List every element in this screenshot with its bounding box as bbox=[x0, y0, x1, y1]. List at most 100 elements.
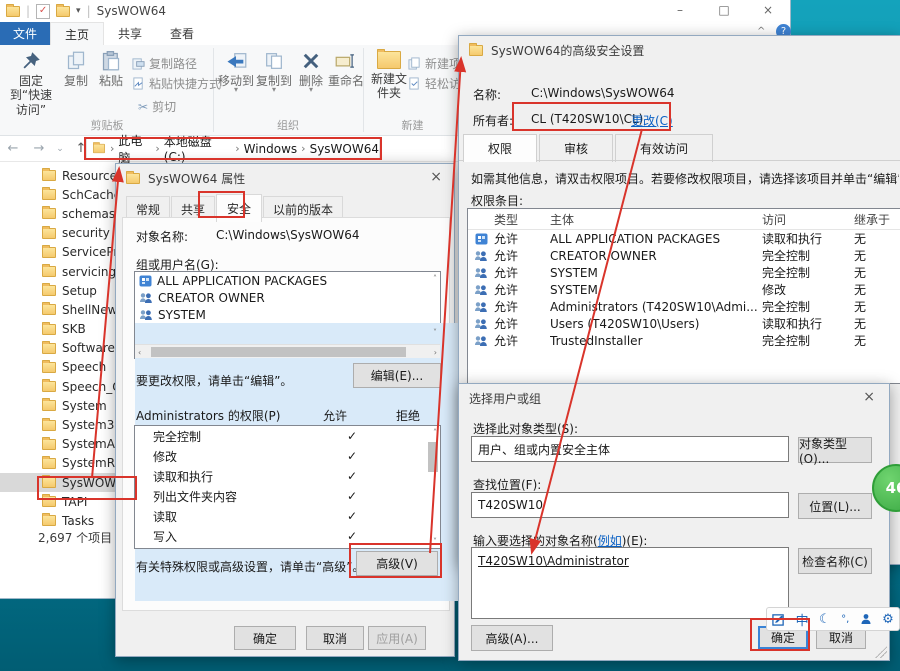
delete-button[interactable]: 删除▾ bbox=[294, 49, 328, 92]
new-folder-button[interactable]: 新建文件夹 bbox=[368, 49, 410, 101]
table-row[interactable]: 允许SYSTEM完全控制无 bbox=[468, 264, 900, 281]
list-item[interactable]: ALL APPLICATION PACKAGES bbox=[135, 272, 440, 289]
sidebar-folder[interactable]: ServiceProfi bbox=[0, 243, 133, 262]
scroll-right-icon[interactable]: › bbox=[434, 348, 437, 357]
sidebar-folder[interactable]: System32 bbox=[0, 415, 133, 434]
list-item[interactable]: SYSTEM bbox=[135, 306, 440, 323]
breadcrumb-local-disk[interactable]: 本地磁盘 (C:) bbox=[164, 133, 231, 164]
group-user-list[interactable]: ALL APPLICATION PACKAGES CREATOR OWNER S… bbox=[134, 271, 441, 359]
copy-button[interactable]: 复制 bbox=[60, 49, 92, 88]
rename-button[interactable]: 重命名 bbox=[326, 49, 366, 88]
sidebar-folder[interactable]: Speech_One bbox=[0, 377, 133, 396]
ime-settings-gear-icon[interactable]: ⚙ bbox=[882, 612, 894, 627]
ime-halfwidth-icon[interactable]: ☾ bbox=[819, 612, 831, 627]
move-to-button[interactable]: 移动到▾ bbox=[218, 49, 254, 92]
sidebar-folder[interactable]: Speech bbox=[0, 358, 133, 377]
close-icon[interactable]: × bbox=[430, 169, 442, 185]
ok-button[interactable]: 确定 bbox=[234, 626, 296, 650]
edit-button[interactable]: 编辑(E)... bbox=[353, 363, 441, 388]
breadcrumb[interactable]: › 此电脑 › 本地磁盘 (C:) › Windows › SysWOW64 bbox=[86, 138, 380, 159]
dialog-titlebar: SysWOW64 属性 bbox=[116, 164, 454, 191]
tab-view[interactable]: 查看 bbox=[156, 22, 208, 45]
close-icon[interactable]: × bbox=[863, 389, 875, 405]
scrollbar-thumb[interactable] bbox=[151, 347, 406, 357]
maximize-button[interactable]: □ bbox=[702, 0, 746, 22]
scrollbar-thumb[interactable] bbox=[428, 442, 438, 472]
sidebar-folder[interactable]: SKB bbox=[0, 320, 133, 339]
check-names-button[interactable]: 检查名称(C) bbox=[798, 548, 872, 574]
breadcrumb-windows[interactable]: Windows bbox=[244, 142, 298, 156]
ime-punctuation-icon[interactable]: °, bbox=[841, 614, 849, 625]
sidebar-folder[interactable]: Resources bbox=[0, 166, 133, 185]
table-row[interactable]: 允许SYSTEM修改无 bbox=[468, 281, 900, 298]
dropdown-caret: ▾ bbox=[294, 88, 328, 92]
pin-icon bbox=[21, 51, 41, 71]
breadcrumb-this-pc[interactable]: 此电脑 bbox=[118, 132, 151, 166]
forward-icon[interactable]: → bbox=[26, 141, 52, 156]
locations-button[interactable]: 位置(L)... bbox=[798, 493, 872, 519]
scroll-left-icon[interactable]: ‹ bbox=[138, 348, 141, 357]
resize-grip[interactable] bbox=[875, 646, 887, 658]
back-icon[interactable]: ← bbox=[0, 141, 26, 156]
tab-effective-access[interactable]: 有效访问 bbox=[615, 134, 713, 162]
sidebar-folder[interactable]: SchCache bbox=[0, 185, 133, 204]
quickaccess-dropdown-icon[interactable]: ▾ bbox=[76, 6, 81, 16]
ime-pen-icon[interactable] bbox=[772, 613, 785, 626]
paste-shortcut-button[interactable]: 粘贴快捷方式 bbox=[132, 75, 221, 92]
pin-quick-access-button[interactable]: 固定到“快速访问” bbox=[4, 49, 58, 117]
scroll-down-icon[interactable]: ˅ bbox=[433, 537, 437, 546]
ime-toolbar[interactable]: 中 ☾ °, ⚙ bbox=[766, 607, 900, 631]
properties-quickaccess-icon[interactable]: ✓ bbox=[36, 4, 50, 19]
copy-to-button[interactable]: 复制到▾ bbox=[256, 49, 292, 92]
table-row[interactable]: 允许CREATOR OWNER完全控制无 bbox=[468, 247, 900, 264]
col-principal: 主体 bbox=[550, 211, 762, 228]
advanced-button[interactable]: 高级(V) bbox=[356, 551, 438, 576]
cancel-button[interactable]: 取消 bbox=[306, 626, 364, 650]
scroll-down-icon[interactable]: ˅ bbox=[433, 328, 437, 337]
examples-link[interactable]: 例如 bbox=[598, 534, 622, 548]
tab-permissions[interactable]: 权限 bbox=[463, 134, 537, 162]
table-row[interactable]: 允许ALL APPLICATION PACKAGES读取和执行无 bbox=[468, 230, 900, 247]
sidebar-folder[interactable]: SoftwareDist bbox=[0, 339, 133, 358]
sidebar-folder[interactable]: SystemReso bbox=[0, 454, 133, 473]
minimize-button[interactable]: – bbox=[658, 0, 702, 22]
sidebar-folder[interactable]: servicing bbox=[0, 262, 133, 281]
tab-file[interactable]: 文件 bbox=[0, 22, 50, 45]
ime-user-icon[interactable] bbox=[860, 613, 872, 625]
tab-security[interactable]: 安全 bbox=[216, 194, 262, 222]
tab-home[interactable]: 主页 bbox=[50, 22, 104, 45]
ime-chinese-mode-icon[interactable]: 中 bbox=[796, 610, 809, 629]
close-button[interactable]: × bbox=[746, 0, 790, 22]
cut-button[interactable]: ✂ 剪切 bbox=[138, 98, 176, 115]
horizontal-scrollbar[interactable]: ‹ › bbox=[135, 344, 440, 358]
list-item[interactable]: CREATOR OWNER bbox=[135, 289, 440, 306]
paste-button[interactable]: 粘贴 bbox=[94, 49, 128, 88]
table-row[interactable]: 允许TrustedInstaller完全控制无 bbox=[468, 332, 900, 349]
sidebar-folder-syswow64[interactable]: SysWOW64 bbox=[0, 473, 133, 492]
sidebar-folder[interactable]: Setup bbox=[0, 281, 133, 300]
sidebar-folder[interactable]: Tasks bbox=[0, 511, 133, 530]
sidebar-folder[interactable]: SystemApps bbox=[0, 435, 133, 454]
copy-path-button[interactable]: 复制路径 bbox=[132, 55, 197, 72]
table-row[interactable]: 允许Users (T420SW10\Users)读取和执行无 bbox=[468, 315, 900, 332]
tab-auditing[interactable]: 审核 bbox=[539, 134, 613, 162]
advanced-button[interactable]: 高级(A)... bbox=[471, 625, 553, 651]
sidebar-folder[interactable]: System bbox=[0, 396, 133, 415]
change-owner-link[interactable]: 更改(C) bbox=[631, 112, 673, 129]
recent-locations-icon[interactable]: ⌄ bbox=[52, 144, 68, 154]
apply-button[interactable]: 应用(A) bbox=[368, 626, 426, 650]
scroll-up-icon[interactable]: ˄ bbox=[433, 428, 437, 437]
permission-entries-table[interactable]: 类型 主体 访问 继承于 允许ALL APPLICATION PACKAGES读… bbox=[467, 208, 900, 384]
object-types-button[interactable]: 对象类型(O)... bbox=[798, 437, 872, 463]
table-row[interactable]: 允许Administrators (T420SW10\Admi...完全控制无 bbox=[468, 298, 900, 315]
sidebar-folder[interactable]: security bbox=[0, 224, 133, 243]
permissions-list[interactable]: 完全控制✓ 修改✓ 读取和执行✓ 列出文件夹内容✓ 读取✓ 写入✓ ˄ ˅ bbox=[134, 425, 441, 549]
breadcrumb-syswow64[interactable]: SysWOW64 bbox=[310, 142, 379, 156]
scroll-up-icon[interactable]: ˄ bbox=[433, 274, 437, 283]
sidebar-folder[interactable]: schemas bbox=[0, 204, 133, 223]
object-names-input[interactable]: T420SW10\Administrator bbox=[471, 547, 789, 619]
sidebar-folder[interactable]: TAPI bbox=[0, 492, 133, 511]
tab-share[interactable]: 共享 bbox=[104, 22, 156, 45]
col-type: 类型 bbox=[494, 211, 550, 228]
sidebar-folder[interactable]: ShellNew bbox=[0, 300, 133, 319]
